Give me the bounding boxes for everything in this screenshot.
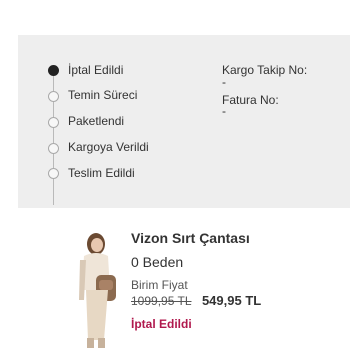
step-delivered-label: Teslim Edildi xyxy=(68,166,135,180)
invoice-number-label: Fatura No: xyxy=(222,93,279,107)
step-empty-icon xyxy=(48,143,59,154)
step-shipped-label: Kargoya Verildi xyxy=(68,140,149,154)
tracking-number-label: Kargo Takip No: xyxy=(222,63,308,77)
invoice-number-value: - xyxy=(222,104,226,118)
timeline-connector xyxy=(53,69,54,205)
unit-price-label: Birim Fiyat xyxy=(131,278,188,292)
current-price: 549,95 TL xyxy=(201,293,262,308)
step-packed-label: Paketlendi xyxy=(68,114,125,128)
step-empty-icon xyxy=(48,168,59,179)
step-empty-icon xyxy=(48,117,59,128)
step-cancelled-label: İptal Edildi xyxy=(68,63,124,77)
price-row: 1099,95 TL 549,95 TL xyxy=(131,292,261,310)
product-name[interactable]: Vizon Sırt Çantası xyxy=(131,230,250,246)
order-timeline: İptal Edildi Temin Süreci Paketlendi Kar… xyxy=(18,35,350,208)
old-price: 1099,95 TL xyxy=(131,294,192,308)
item-status-badge: İptal Edildi xyxy=(131,317,192,331)
product-image[interactable] xyxy=(74,230,126,350)
step-sourcing-label: Temin Süreci xyxy=(68,88,138,102)
step-empty-icon xyxy=(48,91,59,102)
order-product-item: Vizon Sırt Çantası 0 Beden Birim Fiyat 1… xyxy=(0,208,350,350)
product-size: 0 Beden xyxy=(131,254,184,270)
tracking-number-value: - xyxy=(222,75,226,89)
step-active-icon xyxy=(48,65,59,76)
order-status-panel: İptal Edildi Temin Süreci Paketlendi Kar… xyxy=(18,35,350,208)
